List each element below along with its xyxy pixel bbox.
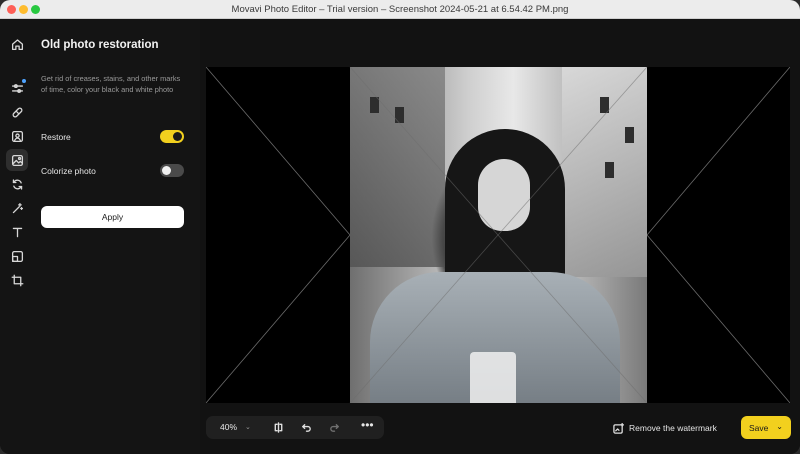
- sliders-icon: [11, 83, 23, 93]
- restoration-panel: Old photo restoration Get rid of creases…: [34, 19, 200, 454]
- toolbar-item-photo-restoration[interactable]: [6, 149, 28, 171]
- photo-glass: [470, 352, 516, 403]
- remove-watermark-icon: [613, 422, 624, 434]
- photo-face: [478, 159, 530, 231]
- restore-label: Restore: [41, 132, 71, 142]
- toolbar-item-resize[interactable]: [6, 245, 28, 267]
- colorize-label: Colorize photo: [41, 166, 96, 176]
- more-options-button[interactable]: •••: [361, 418, 374, 432]
- toggle-knob: [173, 132, 182, 141]
- crop-icon: [11, 274, 23, 286]
- title-bar: Movavi Photo Editor – Trial version – Sc…: [0, 0, 800, 19]
- redo-icon: [330, 424, 339, 432]
- notification-dot: [22, 79, 26, 83]
- remove-watermark-label: Remove the watermark: [629, 423, 717, 433]
- save-label: Save: [749, 422, 769, 433]
- apply-button[interactable]: Apply: [41, 206, 184, 228]
- left-toolbar: [0, 19, 34, 454]
- save-button[interactable]: Save ⌄: [741, 416, 791, 439]
- portrait-icon: [11, 130, 23, 142]
- compare-icon: [274, 422, 283, 433]
- photo-window: [600, 97, 609, 113]
- view-controls: 40% ⌄ •••: [206, 416, 384, 439]
- photo-window: [625, 127, 634, 143]
- remove-watermark-button[interactable]: Remove the watermark: [613, 420, 717, 436]
- magic-wand-icon: [12, 202, 23, 213]
- chevron-down-icon[interactable]: ⌄: [245, 423, 251, 431]
- photo-window: [605, 162, 614, 178]
- home-icon: [11, 38, 23, 50]
- zoom-level[interactable]: 40%: [220, 422, 237, 432]
- toolbar-item-home[interactable]: [6, 33, 28, 55]
- photo: [350, 67, 647, 403]
- workspace: 40% ⌄ ••• Remove the watermark Save ⌄: [200, 19, 800, 454]
- redo-button[interactable]: [328, 421, 341, 434]
- toolbar-item-retouch[interactable]: [6, 101, 28, 123]
- toolbar-item-replace[interactable]: [6, 173, 28, 195]
- toolbar-item-magic[interactable]: [6, 197, 28, 219]
- restore-toggle[interactable]: [160, 130, 184, 143]
- window-title: Movavi Photo Editor – Trial version – Sc…: [231, 4, 569, 15]
- replace-icon: [12, 178, 22, 190]
- text-icon: [12, 227, 22, 237]
- image-restore-icon: [11, 154, 23, 166]
- colorize-toggle[interactable]: [160, 164, 184, 177]
- undo-icon: [302, 424, 311, 432]
- photo-building-left: [350, 67, 445, 267]
- toggle-knob: [162, 166, 171, 175]
- bandage-icon: [12, 107, 22, 117]
- resize-icon: [11, 250, 23, 262]
- toolbar-item-text[interactable]: [6, 221, 28, 243]
- image-canvas[interactable]: [206, 67, 790, 403]
- toolbar-item-adjust[interactable]: [6, 77, 28, 99]
- panel-description: Get rid of creases, stains, and other ma…: [41, 74, 181, 94]
- compare-button[interactable]: [272, 421, 285, 434]
- app-window: Movavi Photo Editor – Trial version – Sc…: [0, 0, 800, 454]
- toolbar-item-portrait[interactable]: [6, 125, 28, 147]
- undo-button[interactable]: [300, 421, 313, 434]
- photo-window: [370, 97, 379, 113]
- panel-title: Old photo restoration: [41, 39, 159, 51]
- photo-window: [395, 107, 404, 123]
- toolbar-item-crop[interactable]: [6, 269, 28, 291]
- chevron-down-icon[interactable]: ⌄: [776, 422, 783, 431]
